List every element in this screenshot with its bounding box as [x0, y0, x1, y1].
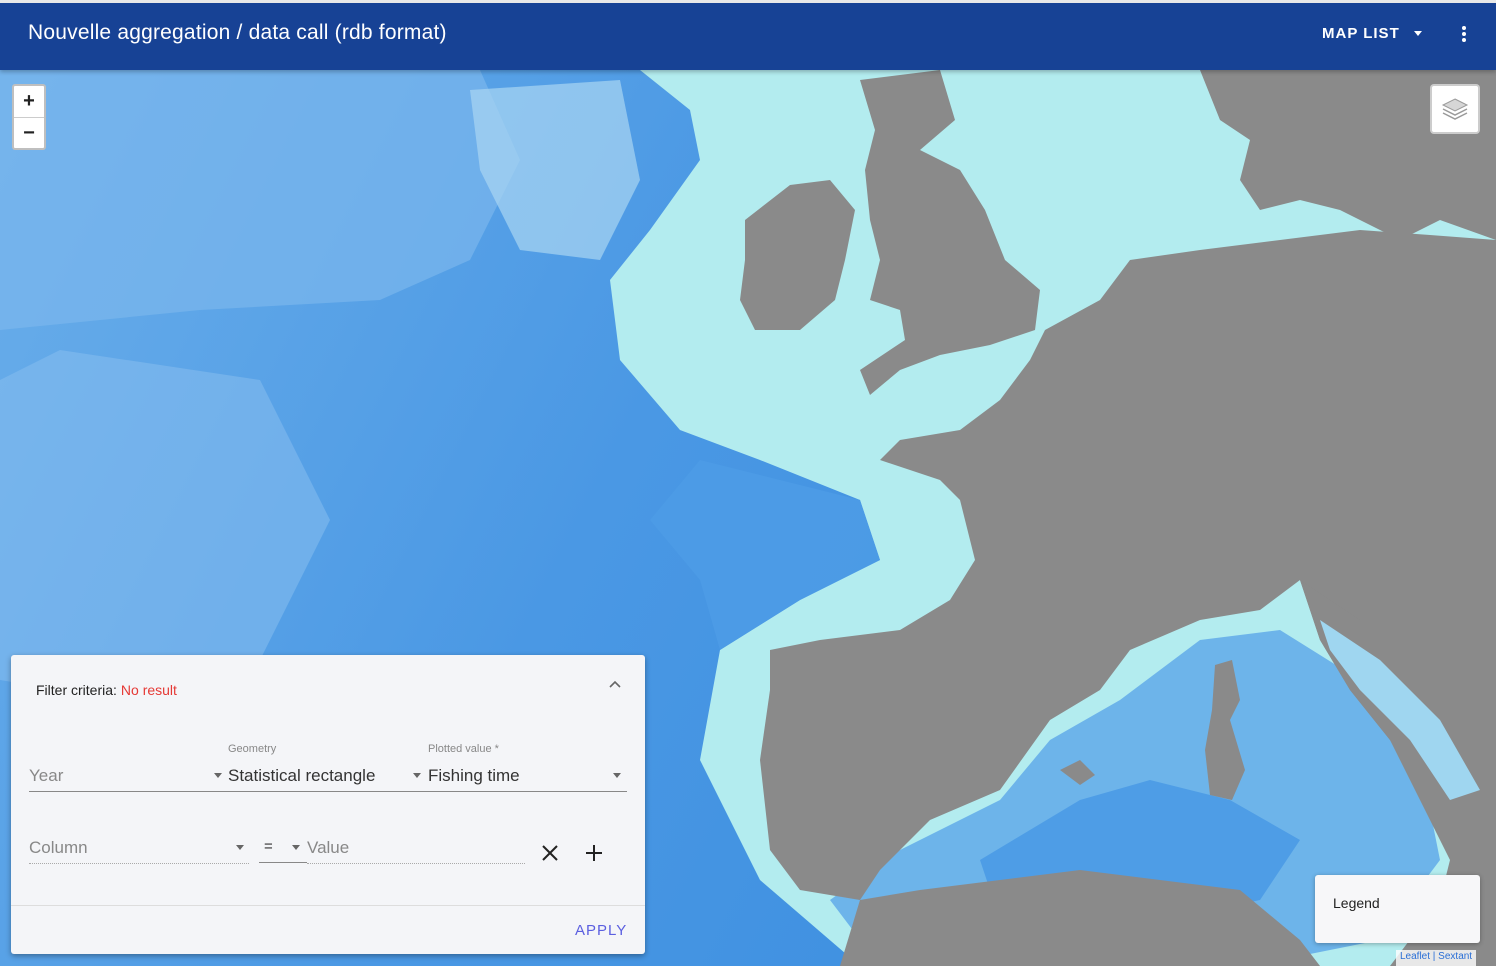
geometry-label: Geometry — [228, 743, 277, 755]
legend-panel[interactable]: Legend — [1315, 875, 1480, 943]
column-underline — [29, 862, 249, 864]
filter-status: No result — [120, 682, 177, 698]
operator-dropdown-icon[interactable] — [292, 845, 300, 850]
value-underline — [307, 862, 525, 864]
filter-criteria-label: Filter criteria: — [36, 682, 117, 698]
filter-panel: Filter criteria: No result Year Geometry … — [11, 655, 645, 954]
year-dropdown-icon — [214, 773, 222, 778]
geometry-dropdown-icon — [413, 773, 421, 778]
page-title: Nouvelle aggregation / data call (rdb fo… — [28, 21, 447, 44]
plotted-value-dropdown-icon — [613, 773, 621, 778]
year-placeholder: Year — [29, 766, 64, 785]
operator-underline — [259, 862, 307, 863]
filter-header: Filter criteria: No result — [36, 682, 177, 698]
zoom-out-button[interactable]: − — [14, 117, 44, 149]
filter-divider — [11, 905, 645, 906]
top-toolbar: Nouvelle aggregation / data call (rdb fo… — [0, 0, 1496, 70]
chevron-down-icon — [1413, 31, 1422, 36]
clear-icon[interactable] — [538, 841, 562, 865]
layers-button[interactable] — [1430, 84, 1480, 134]
layers-icon — [1441, 98, 1469, 120]
column-dropdown-icon — [236, 845, 244, 850]
plotted-value-label: Plotted value * — [428, 743, 499, 755]
map-list-label: MAP LIST — [1322, 25, 1400, 42]
map-attribution[interactable]: Leaflet | Sextant — [1396, 950, 1477, 968]
column-placeholder: Column — [29, 838, 88, 857]
legend-title: Legend — [1333, 895, 1380, 911]
plotted-value-value: Fishing time — [428, 766, 520, 785]
chevron-up-icon[interactable] — [607, 677, 623, 693]
add-icon[interactable] — [582, 841, 606, 865]
row1-underline — [29, 791, 627, 792]
more-vert-icon[interactable] — [1456, 25, 1472, 47]
map-list-menu-button[interactable]: MAP LIST — [1322, 25, 1422, 42]
value-input[interactable]: Value — [307, 838, 349, 858]
zoom-control: + − — [12, 84, 46, 150]
zoom-in-button[interactable]: + — [14, 86, 44, 117]
apply-button[interactable]: APPLY — [575, 922, 627, 939]
geometry-value: Statistical rectangle — [228, 766, 376, 785]
operator-select[interactable]: = — [264, 838, 273, 855]
